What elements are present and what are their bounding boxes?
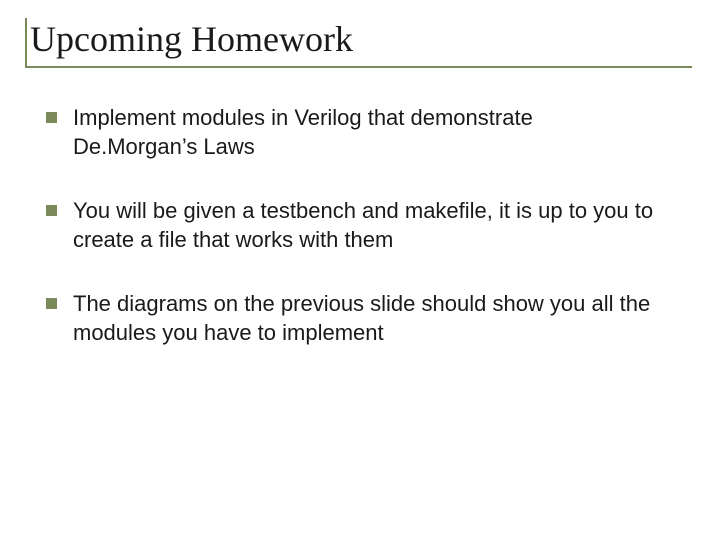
slide-title: Upcoming Homework: [28, 18, 692, 66]
list-item: The diagrams on the previous slide shoul…: [46, 290, 662, 347]
bullet-text: Implement modules in Verilog that demons…: [73, 104, 662, 161]
slide: Upcoming Homework Implement modules in V…: [0, 0, 720, 540]
bullet-text: The diagrams on the previous slide shoul…: [73, 290, 662, 347]
title-wrap: Upcoming Homework: [28, 18, 692, 66]
list-item: Implement modules in Verilog that demons…: [46, 104, 662, 161]
title-underline: [25, 66, 692, 68]
square-bullet-icon: [46, 298, 57, 309]
square-bullet-icon: [46, 112, 57, 123]
bullet-text: You will be given a testbench and makefi…: [73, 197, 662, 254]
content-area: Implement modules in Verilog that demons…: [28, 104, 692, 348]
list-item: You will be given a testbench and makefi…: [46, 197, 662, 254]
square-bullet-icon: [46, 205, 57, 216]
